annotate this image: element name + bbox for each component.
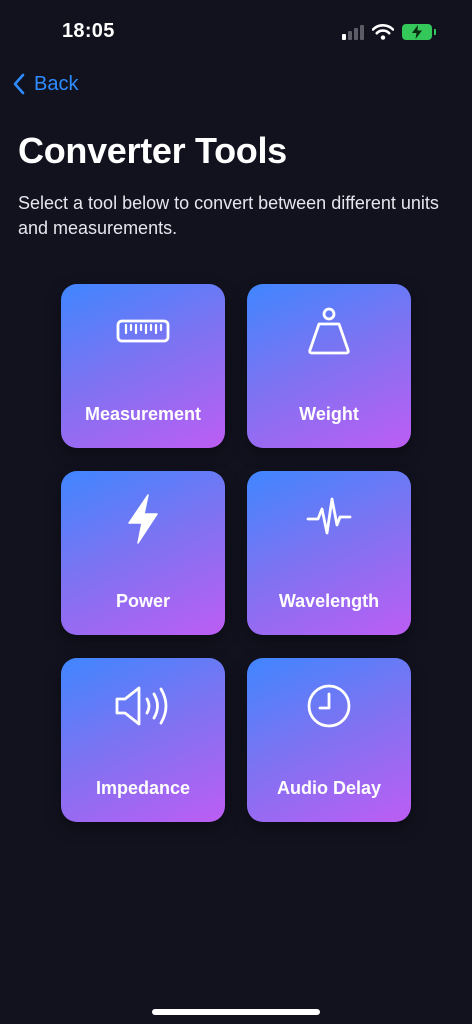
tool-label: Audio Delay [276, 778, 382, 798]
status-bar: 18:05 [0, 0, 472, 64]
tool-card-audio-delay[interactable]: Audio Delay [247, 658, 411, 822]
cellular-signal-icon [342, 24, 364, 40]
tool-card-weight[interactable]: Weight [247, 284, 411, 448]
tool-label: Weight [299, 404, 359, 424]
back-label: Back [34, 72, 79, 95]
tool-label: Wavelength [278, 591, 380, 611]
tool-grid: Measurement Weight Power Wavelength Impe… [61, 284, 411, 822]
wifi-icon [372, 24, 394, 40]
battery-charging-icon [402, 24, 436, 40]
weight-icon [297, 300, 361, 364]
page-subtitle: Select a tool below to convert between d… [18, 193, 439, 238]
chevron-left-icon [13, 73, 25, 95]
tool-card-measurement[interactable]: Measurement [61, 284, 225, 448]
page-title: Converter Tools [18, 130, 287, 171]
tool-label: Measurement [84, 404, 202, 424]
waveform-icon [297, 487, 361, 551]
tool-card-power[interactable]: Power [61, 471, 225, 635]
home-indicator[interactable] [152, 1009, 320, 1015]
ruler-icon [111, 300, 175, 364]
back-button[interactable]: Back [12, 68, 78, 100]
clock-icon [297, 674, 361, 738]
bolt-icon [111, 487, 175, 551]
status-time: 18:05 [62, 20, 115, 42]
tool-label: Impedance [95, 778, 191, 798]
status-icons [342, 22, 436, 42]
converter-tools-screen: 18:05 Back Converter Tools Select a tool… [0, 0, 472, 1024]
tool-card-wavelength[interactable]: Wavelength [247, 471, 411, 635]
speaker-icon [111, 674, 175, 738]
tool-card-impedance[interactable]: Impedance [61, 658, 225, 822]
tool-label: Power [115, 591, 171, 611]
